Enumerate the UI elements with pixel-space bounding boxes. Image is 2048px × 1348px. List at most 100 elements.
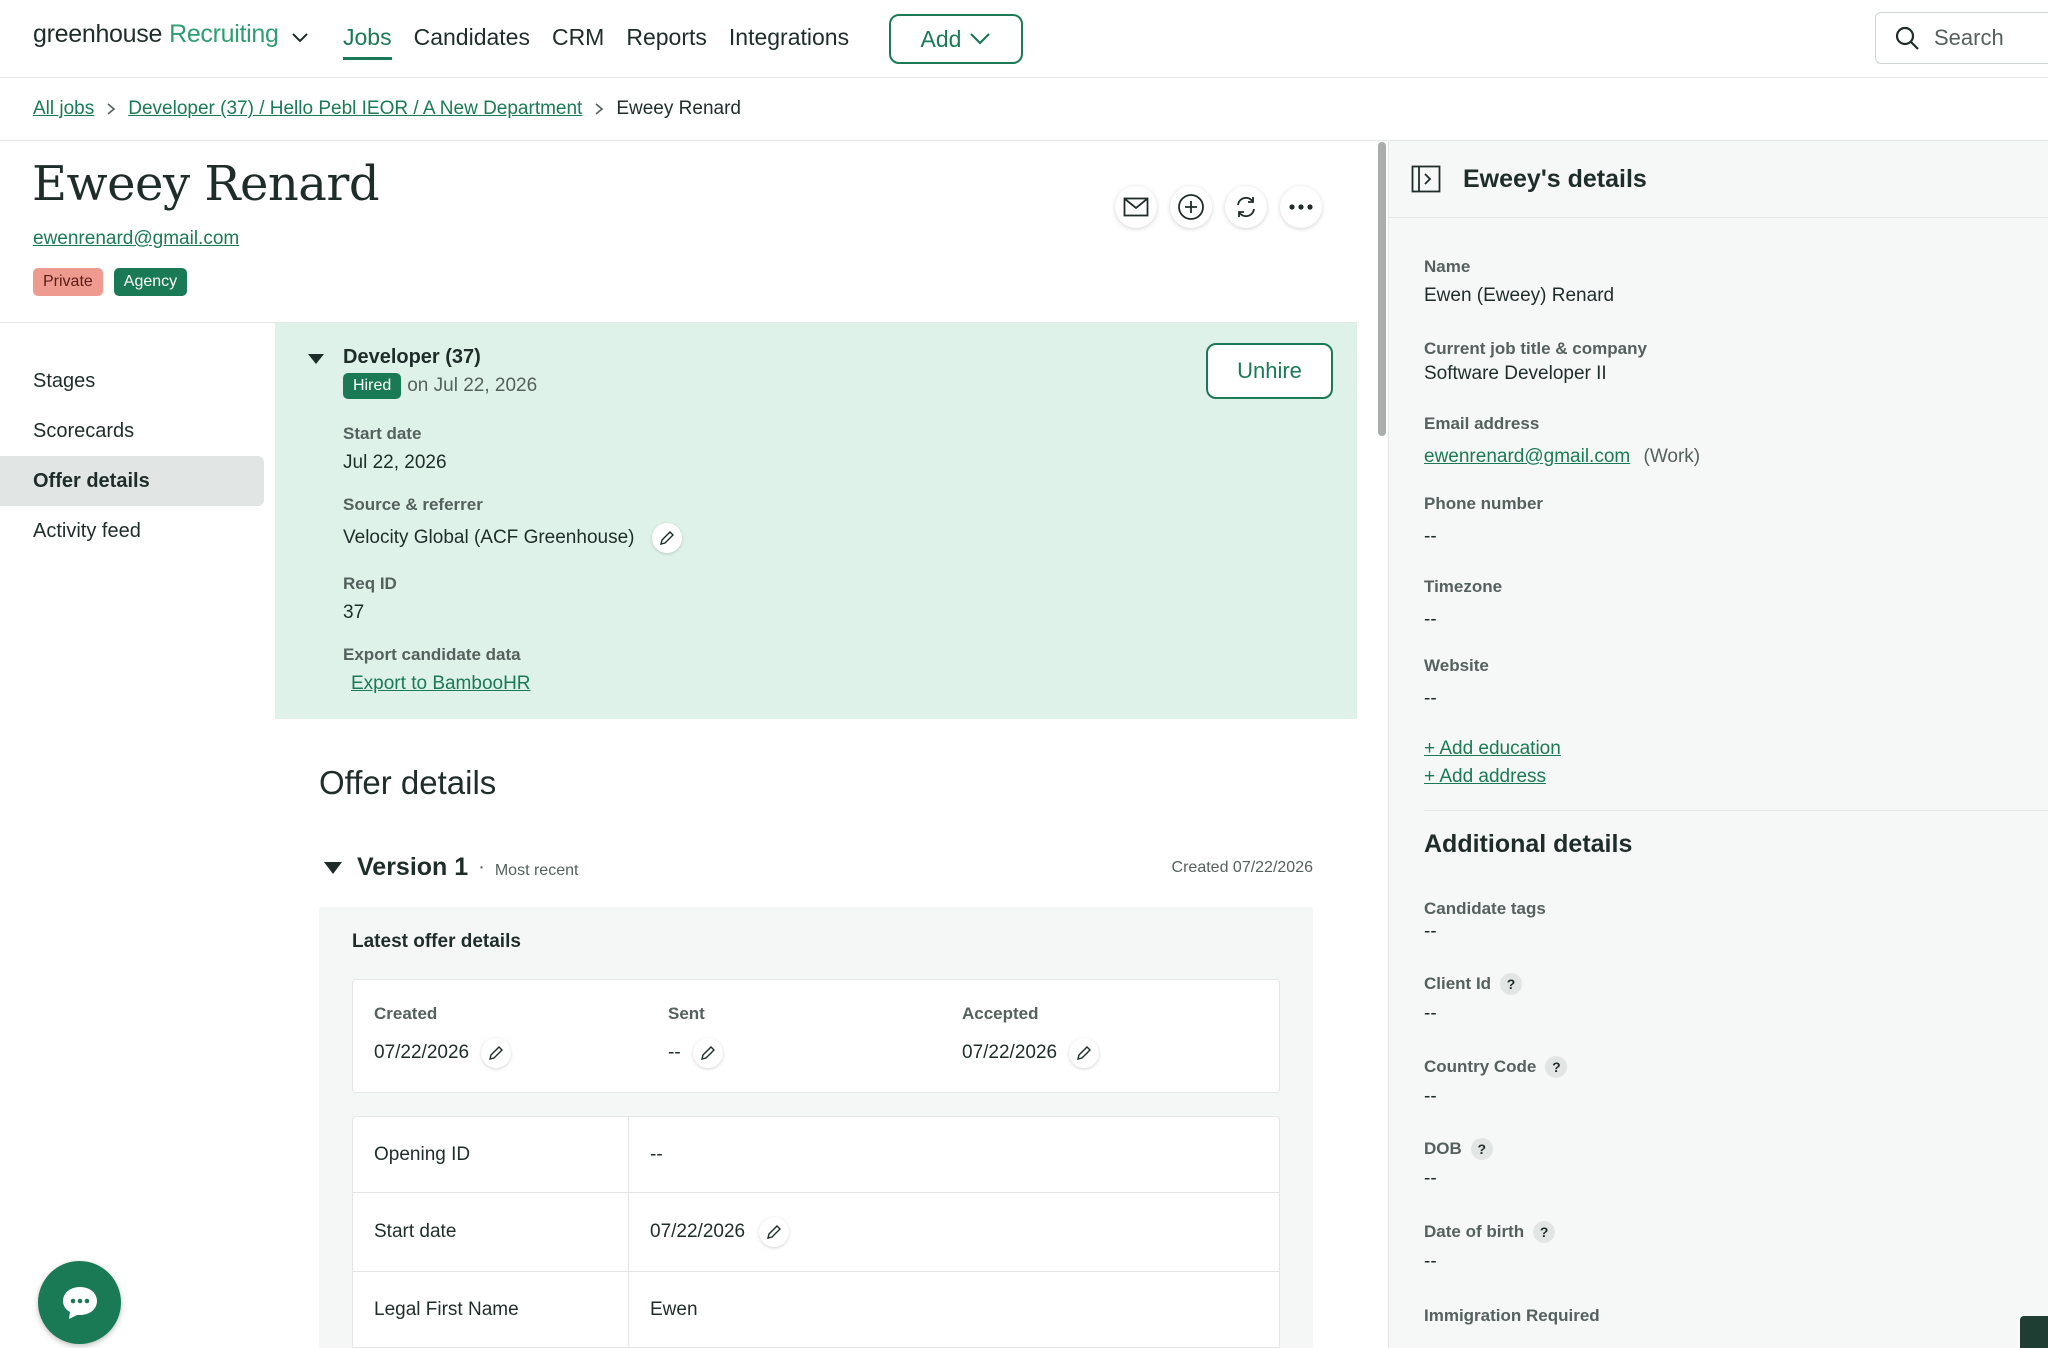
version-header[interactable]: Version 1 · Most recent Created 07/22/20… bbox=[323, 853, 1313, 882]
caret-down-icon[interactable] bbox=[323, 861, 343, 875]
help-icon[interactable]: ? bbox=[1500, 973, 1523, 995]
nav-integrations[interactable]: Integrations bbox=[729, 24, 849, 60]
field-value: Ewen bbox=[650, 1298, 698, 1320]
chevron-right-icon bbox=[106, 102, 116, 116]
candidate-tags-field: Candidate tags -- bbox=[1424, 899, 1546, 943]
field-value-row: Ewen bbox=[629, 1272, 1279, 1347]
candidate-tags: Private Agency bbox=[33, 268, 188, 296]
candidate-tags-value: -- bbox=[1424, 921, 1437, 942]
add-button[interactable]: Add bbox=[889, 14, 1023, 64]
menu-stages[interactable]: Stages bbox=[0, 356, 264, 406]
dob-label: DOB bbox=[1424, 1139, 1462, 1158]
job-title: Developer (37) bbox=[343, 346, 481, 368]
transfer-button[interactable] bbox=[1225, 186, 1267, 228]
add-education-link[interactable]: + Add education bbox=[1424, 735, 1561, 763]
pencil-icon bbox=[767, 1225, 782, 1239]
country-code-field: Country Code ? -- bbox=[1424, 1056, 1568, 1108]
accepted-row: 07/22/2026 bbox=[962, 1038, 1100, 1068]
pencil-icon bbox=[1077, 1046, 1092, 1060]
nav-crm[interactable]: CRM bbox=[552, 24, 604, 60]
candidate-name: Eweey Renard bbox=[32, 156, 380, 212]
menu-activity-feed[interactable]: Activity feed bbox=[0, 506, 264, 556]
pencil-icon bbox=[660, 531, 675, 545]
nav-jobs[interactable]: Jobs bbox=[343, 24, 392, 60]
unhire-button[interactable]: Unhire bbox=[1206, 343, 1333, 399]
field-label: Opening ID bbox=[353, 1117, 629, 1192]
created-value: 07/22/2026 bbox=[374, 1042, 470, 1063]
menu-offer-details[interactable]: Offer details bbox=[0, 456, 264, 506]
details-panel-header: Eweey's details bbox=[1389, 141, 2048, 218]
date-of-birth-label: Date of birth bbox=[1424, 1222, 1525, 1241]
nav-candidates[interactable]: Candidates bbox=[414, 24, 530, 60]
greenhouse-logo[interactable]: greenhouse Recruiting bbox=[33, 20, 309, 49]
caret-down-icon[interactable] bbox=[307, 353, 325, 365]
start-date-label: Start date bbox=[343, 424, 422, 443]
timezone-label: Timezone bbox=[1424, 577, 1503, 596]
candidate-side-menu: Stages Scorecards Offer details Activity… bbox=[0, 356, 264, 556]
source-row: Velocity Global (ACF Greenhouse) bbox=[343, 523, 683, 553]
email-button[interactable] bbox=[1115, 186, 1157, 228]
edit-accepted-button[interactable] bbox=[1069, 1038, 1100, 1068]
candidate-actions bbox=[1115, 186, 1322, 228]
edit-created-button[interactable] bbox=[481, 1038, 512, 1068]
country-code-label: Country Code bbox=[1424, 1057, 1537, 1076]
job-application-panel: Developer (37) Hired on Jul 22, 2026 Unh… bbox=[275, 323, 1357, 719]
nav-reports[interactable]: Reports bbox=[626, 24, 707, 60]
latest-offer-box: Latest offer details Created 07/22/2026 … bbox=[319, 907, 1313, 1348]
immigration-field: Immigration Required bbox=[1424, 1306, 1600, 1326]
collapse-panel-icon[interactable] bbox=[1411, 165, 1441, 193]
menu-scorecards[interactable]: Scorecards bbox=[0, 406, 264, 456]
offer-dates: Created 07/22/2026 Sent -- Accepted 07/2… bbox=[352, 979, 1280, 1093]
private-badge: Private bbox=[33, 268, 103, 296]
separator-dot: · bbox=[478, 856, 485, 878]
version-tag: Most recent bbox=[494, 861, 579, 879]
chevron-down-icon bbox=[969, 32, 991, 46]
candidate-email-link[interactable]: ewenrenard@gmail.com bbox=[33, 228, 239, 250]
chevron-down-icon[interactable] bbox=[291, 32, 309, 44]
accepted-date: Accepted 07/22/2026 bbox=[962, 1004, 1100, 1068]
help-icon[interactable]: ? bbox=[1470, 1138, 1493, 1160]
more-button[interactable] bbox=[1280, 186, 1322, 228]
scrollbar[interactable] bbox=[1378, 142, 1386, 436]
edit-source-button[interactable] bbox=[652, 523, 683, 553]
hired-status: Hired on Jul 22, 2026 bbox=[343, 373, 537, 399]
details-title: Eweey's details bbox=[1463, 165, 1647, 193]
phone-value: -- bbox=[1424, 526, 1437, 547]
breadcrumb-job[interactable]: Developer (37) / Hello Pebl IEOR / A New… bbox=[128, 98, 582, 120]
help-icon[interactable]: ? bbox=[1533, 1221, 1556, 1243]
breadcrumb-all-jobs[interactable]: All jobs bbox=[33, 98, 94, 120]
help-icon[interactable]: ? bbox=[1545, 1056, 1568, 1078]
edit-start-date-button[interactable] bbox=[759, 1217, 790, 1247]
name-field: Name Ewen (Eweey) Renard bbox=[1424, 257, 1614, 307]
req-id-field: Req ID 37 bbox=[343, 574, 397, 624]
phone-field: Phone number -- bbox=[1424, 494, 1543, 548]
export-bamboohr-link[interactable]: Export to BambooHR bbox=[351, 673, 531, 695]
field-value-row: 07/22/2026 bbox=[629, 1193, 1279, 1271]
field-value-row: -- bbox=[629, 1117, 1279, 1192]
main-nav: Jobs Candidates CRM Reports Integrations bbox=[343, 24, 849, 60]
export-label: Export candidate data bbox=[343, 645, 521, 664]
req-id-value: 37 bbox=[343, 602, 365, 623]
edit-sent-button[interactable] bbox=[692, 1038, 723, 1068]
phone-label: Phone number bbox=[1424, 494, 1544, 513]
search-input[interactable]: Search bbox=[1875, 12, 2048, 64]
sent-row: -- bbox=[668, 1038, 723, 1068]
add-button-circle[interactable] bbox=[1170, 186, 1212, 228]
add-address-link[interactable]: + Add address bbox=[1424, 763, 1561, 791]
email-row: ewenrenard@gmail.com (Work) bbox=[1424, 446, 1700, 468]
ellipsis-icon bbox=[1289, 204, 1313, 210]
latest-offer-title: Latest offer details bbox=[352, 931, 521, 952]
chat-button[interactable] bbox=[38, 1261, 121, 1344]
immigration-label: Immigration Required bbox=[1424, 1306, 1600, 1325]
accepted-value: 07/22/2026 bbox=[962, 1042, 1058, 1063]
email-link[interactable]: ewenrenard@gmail.com bbox=[1424, 446, 1630, 467]
chat-bubble-icon bbox=[62, 1286, 97, 1319]
client-id-label: Client Id bbox=[1424, 974, 1492, 993]
corner-widget[interactable] bbox=[2020, 1316, 2048, 1348]
website-field: Website -- bbox=[1424, 656, 1489, 710]
agency-badge: Agency bbox=[113, 268, 188, 296]
hired-date: on Jul 22, 2026 bbox=[407, 375, 538, 396]
version-name: Version 1 bbox=[357, 853, 469, 881]
email-type: (Work) bbox=[1643, 446, 1701, 467]
sent-value: -- bbox=[668, 1042, 681, 1063]
